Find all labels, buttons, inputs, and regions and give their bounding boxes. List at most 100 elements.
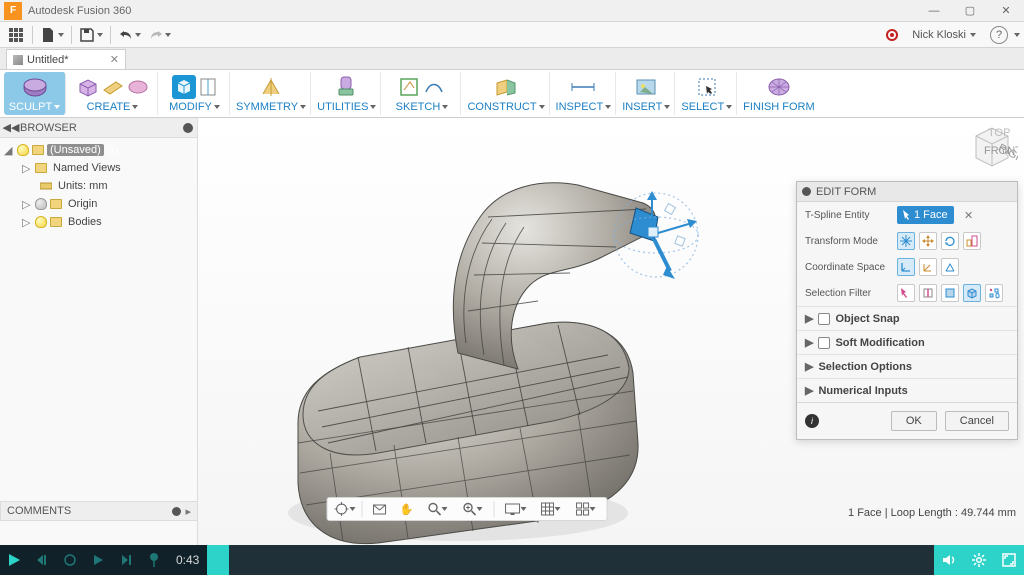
new-file-button[interactable] [37, 24, 67, 46]
cancel-button[interactable]: Cancel [945, 411, 1009, 431]
model-3d[interactable] [248, 143, 708, 545]
object-snap-expander[interactable]: ▶Object Snap [797, 306, 1017, 330]
folder-icon [32, 145, 44, 155]
video-play2-button[interactable] [84, 545, 112, 575]
soft-mod-expander[interactable]: ▶Soft Modification [797, 330, 1017, 354]
document-tab[interactable]: Untitled* ✕ [6, 49, 126, 69]
finish-form-icon [767, 76, 791, 98]
selection-options-expander[interactable]: ▶Selection Options [797, 354, 1017, 378]
comments-bar[interactable]: COMMENTS ▸ [0, 501, 198, 521]
undo-button[interactable] [115, 24, 145, 46]
filter-vertex[interactable] [897, 284, 915, 302]
ok-button[interactable]: OK [891, 411, 937, 431]
filter-edge[interactable] [919, 284, 937, 302]
tree-origin[interactable]: ▷ Origin [0, 195, 197, 213]
window-close-button[interactable]: ✕ [988, 0, 1024, 22]
filter-all[interactable] [985, 284, 1003, 302]
save-button[interactable] [76, 24, 106, 46]
redo-button[interactable] [145, 24, 175, 46]
user-menu[interactable]: Nick Kloski [904, 29, 984, 41]
coord-world[interactable] [897, 258, 915, 276]
ribbon-sketch[interactable]: SKETCH [383, 72, 461, 115]
box-icon [77, 76, 99, 98]
video-replay-button[interactable] [56, 545, 84, 575]
ribbon-symmetry[interactable]: SYMMETRY [232, 72, 311, 115]
zoom-button[interactable] [421, 498, 455, 520]
filter-body[interactable] [963, 284, 981, 302]
video-fullscreen-button[interactable] [994, 545, 1024, 575]
filter-face[interactable] [941, 284, 959, 302]
lookat-button[interactable] [367, 498, 393, 520]
coord-view[interactable] [919, 258, 937, 276]
ribbon-finish-form[interactable]: FINISH FORM [739, 72, 819, 115]
apps-grid-button[interactable] [4, 24, 28, 46]
options-icon[interactable] [183, 123, 193, 133]
bulb-icon[interactable] [17, 144, 29, 156]
video-play-button[interactable] [0, 545, 28, 575]
ribbon-inspect[interactable]: INSPECT [552, 72, 617, 115]
edit-form-panel: EDIT FORM T-Spline Entity 1 Face ✕ Trans… [796, 181, 1018, 440]
bulb-icon[interactable] [35, 216, 47, 228]
ribbon-select[interactable]: SELECT [677, 72, 737, 115]
spline-icon [423, 76, 445, 98]
help-button[interactable]: ? [990, 26, 1008, 44]
window-titlebar: F Autodesk Fusion 360 — ▢ ✕ [0, 0, 1024, 22]
ribbon-modify[interactable]: MODIFY [160, 72, 230, 115]
tree-named-views[interactable]: ▷ Named Views [0, 159, 197, 177]
gear-icon[interactable] [107, 144, 119, 156]
tree-bodies[interactable]: ▷ Bodies [0, 213, 197, 231]
ribbon-construct[interactable]: CONSTRUCT [463, 72, 549, 115]
viewport-3d[interactable]: FRONT RIGHT TOP [198, 118, 1024, 545]
display-button[interactable] [499, 498, 533, 520]
transform-mode-scale[interactable] [963, 232, 981, 250]
numerical-inputs-expander[interactable]: ▶Numerical Inputs [797, 378, 1017, 402]
record-icon[interactable] [886, 29, 898, 41]
plane-icon [102, 76, 124, 98]
insert-icon [634, 76, 658, 98]
transform-mode-all[interactable] [897, 232, 915, 250]
fit-button[interactable] [456, 498, 490, 520]
object-snap-checkbox[interactable] [818, 313, 830, 325]
info-icon[interactable]: i [805, 414, 819, 428]
orbit-button[interactable] [332, 498, 358, 520]
video-prev-button[interactable] [28, 545, 56, 575]
video-next-button[interactable] [112, 545, 140, 575]
clear-selection-button[interactable]: ✕ [962, 208, 976, 222]
expand-icon[interactable]: ▸ [185, 505, 191, 518]
transform-mode-rotate[interactable] [941, 232, 959, 250]
video-volume-button[interactable] [934, 545, 964, 575]
document-tab-label: Untitled* [27, 54, 69, 66]
window-maximize-button[interactable]: ▢ [952, 0, 988, 22]
video-progress-track[interactable] [207, 545, 934, 575]
video-marker-button[interactable] [140, 545, 168, 575]
transform-mode-translate[interactable] [919, 232, 937, 250]
options-icon[interactable] [172, 507, 181, 516]
utilities-icon [335, 75, 359, 99]
panel-header[interactable]: EDIT FORM [797, 182, 1017, 202]
view-cube[interactable]: FRONT RIGHT TOP [966, 122, 1018, 174]
pan-button[interactable]: ✋ [394, 498, 420, 520]
browser-tree: ◢ (Unsaved) ▷ Named Views Units: mm ▷ Or [0, 138, 197, 234]
ribbon-toolbar: SCULPT CREATE MODIFY SYMMETRY UTILITIES [0, 70, 1024, 118]
ribbon-insert[interactable]: INSERT [618, 72, 675, 115]
document-icon [13, 55, 23, 65]
browser-header[interactable]: ◀◀ BROWSER [0, 118, 197, 138]
tree-units[interactable]: Units: mm [0, 177, 197, 195]
tree-root[interactable]: ◢ (Unsaved) [0, 141, 197, 159]
soft-mod-checkbox[interactable] [818, 337, 830, 349]
sketch-icon [398, 76, 420, 98]
coord-local[interactable] [941, 258, 959, 276]
collapse-icon[interactable]: ◀◀ [4, 121, 18, 135]
viewport-layout-button[interactable] [569, 498, 603, 520]
tspline-selection-chip[interactable]: 1 Face [897, 206, 954, 224]
ribbon-sculpt[interactable]: SCULPT [4, 72, 66, 115]
bulb-off-icon[interactable] [35, 198, 47, 210]
ribbon-utilities[interactable]: UTILITIES [313, 72, 381, 115]
ribbon-create[interactable]: CREATE [68, 72, 158, 115]
folder-icon [50, 199, 62, 209]
grid-display-button[interactable] [534, 498, 568, 520]
window-minimize-button[interactable]: — [916, 0, 952, 22]
edit-form-icon [174, 77, 194, 97]
video-settings-button[interactable] [964, 545, 994, 575]
close-tab-icon[interactable]: ✕ [110, 53, 119, 66]
